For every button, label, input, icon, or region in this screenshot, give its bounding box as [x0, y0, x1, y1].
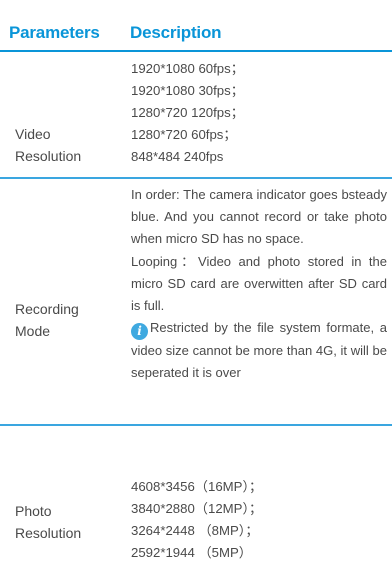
row-recording-mode-label: Recording Mode [15, 298, 79, 342]
label-line: Video [15, 126, 51, 142]
value-line: 848*484 240fps [131, 149, 224, 164]
value-line: 1920*1080 60fps； [131, 61, 244, 76]
description-paragraph: In order: The camera indicator goes bste… [131, 187, 387, 247]
row-photo-resolution-label: Photo Resolution [15, 500, 81, 544]
row-photo-resolution-values: 4608*3456（16MP）； 3840*2880（12MP）； 3264*2… [131, 476, 262, 564]
value-line: 1280*720 120fps； [131, 105, 244, 120]
value-line: 3840*2880（12MP）； [131, 501, 263, 516]
label-line: Mode [15, 323, 51, 339]
value-line: 1920*1080 30fps； [131, 83, 244, 98]
row-separator [0, 424, 392, 426]
row-video-resolution-label: Video Resolution [15, 123, 81, 167]
value-line: 2592*1944 （5MP） [131, 545, 252, 560]
header-description: Description [130, 23, 222, 42]
description-paragraph: Looping：Video and photo stored in the mi… [131, 253, 387, 314]
value-line: 1280*720 60fps； [131, 127, 237, 142]
header-parameters: Parameters [9, 23, 100, 42]
spec-table: Parameters Description Video Resolution … [0, 0, 392, 569]
value-line: 4608*3456（16MP）； [131, 479, 263, 494]
table-header: Parameters Description [0, 20, 392, 50]
label-line: Photo [15, 503, 52, 519]
header-rule [0, 50, 392, 52]
row-recording-mode-description: In order: The camera indicator goes bste… [131, 184, 387, 385]
label-line: Resolution [15, 148, 82, 164]
label-line: Recording [15, 301, 79, 317]
note-text: Restricted by the file system formate, a… [131, 320, 387, 381]
value-line: 3264*2448 （8MP）； [131, 523, 259, 538]
info-icon: i [131, 323, 148, 341]
row-separator [0, 177, 392, 179]
label-line: Resolution [15, 525, 82, 541]
row-video-resolution-values: 1920*1080 60fps； 1920*1080 30fps； 1280*7… [131, 58, 244, 168]
note-paragraph: i Restricted by the file system formate, … [131, 317, 387, 384]
